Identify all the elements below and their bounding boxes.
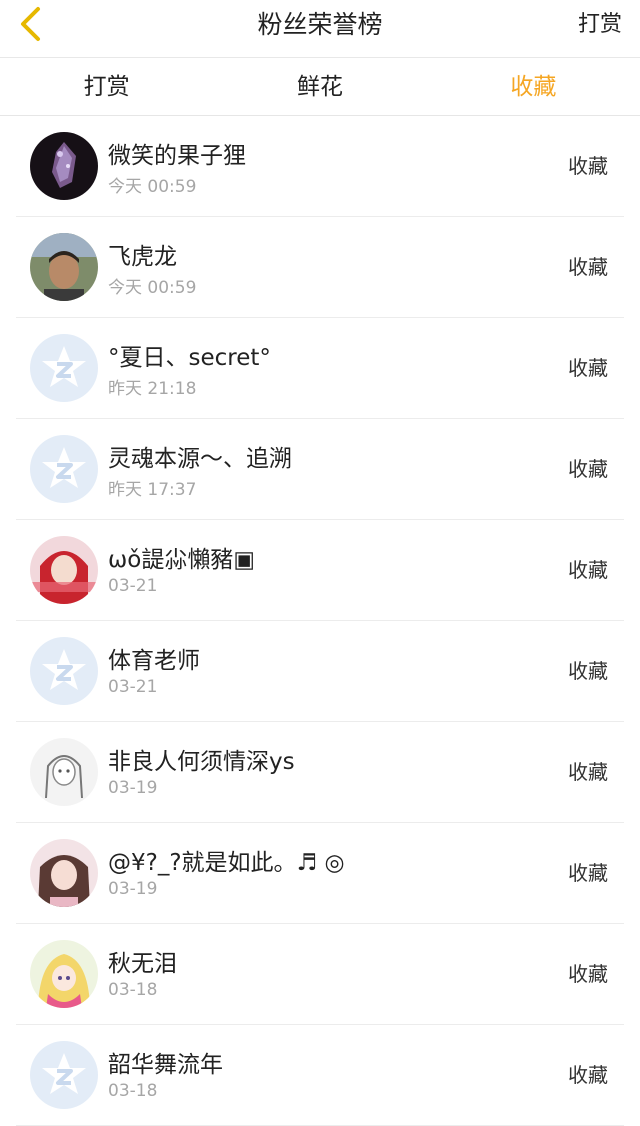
girl-avatar-image xyxy=(30,839,98,907)
avatar xyxy=(30,940,98,1008)
default-avatar-star-icon xyxy=(30,1041,98,1109)
list-item[interactable]: 灵魂本源～、追溯 昨天 17:37 收藏 xyxy=(16,419,624,520)
fan-time: 今天 00:59 xyxy=(108,177,197,197)
favorite-label[interactable]: 收藏 xyxy=(568,318,608,418)
default-avatar-star-icon xyxy=(30,334,98,402)
fan-time: 03-18 xyxy=(108,1081,158,1101)
avatar xyxy=(30,738,98,806)
fan-name: 非良人何须情深ys xyxy=(108,749,295,775)
tab-tip[interactable]: 打赏 xyxy=(0,58,213,115)
tab-bar: 打赏 鲜花 收藏 xyxy=(0,58,640,116)
fan-name: 韶华舞流年 xyxy=(108,1052,223,1078)
fan-name: 灵魂本源～、追溯 xyxy=(108,446,292,472)
list-item[interactable]: 韶华舞流年 03-18 收藏 xyxy=(16,1025,624,1126)
fan-time: 03-19 xyxy=(108,879,158,899)
fan-time: 03-18 xyxy=(108,980,158,1000)
avatar xyxy=(30,1041,98,1109)
default-avatar-star-icon xyxy=(30,435,98,503)
favorite-label[interactable]: 收藏 xyxy=(568,1025,608,1125)
fan-name: 秋无泪 xyxy=(108,951,177,977)
list-item[interactable]: 飞虎龙 今天 00:59 收藏 xyxy=(16,217,624,318)
tip-button[interactable]: 打赏 xyxy=(578,0,622,50)
favorite-label[interactable]: 收藏 xyxy=(568,722,608,822)
default-avatar-star-icon xyxy=(30,637,98,705)
favorite-label[interactable]: 收藏 xyxy=(568,419,608,519)
fan-time: 今天 00:59 xyxy=(108,278,197,298)
avatar xyxy=(30,435,98,503)
list-item[interactable]: @¥?_?就是如此。♬ ◎ 03-19 收藏 xyxy=(16,823,624,924)
favorite-label[interactable]: 收藏 xyxy=(568,823,608,923)
crystal-avatar-image xyxy=(30,132,98,200)
tab-flowers[interactable]: 鲜花 xyxy=(213,58,426,115)
list-item[interactable]: °夏日、secret° 昨天 21:18 收藏 xyxy=(16,318,624,419)
red-hair-avatar-image xyxy=(30,536,98,604)
fan-time: 03-19 xyxy=(108,778,158,798)
avatar xyxy=(30,839,98,907)
fan-time: 03-21 xyxy=(108,576,158,596)
chevron-left-icon xyxy=(17,6,43,46)
fan-time: 昨天 17:37 xyxy=(108,480,197,500)
favorite-label[interactable]: 收藏 xyxy=(568,116,608,216)
favorite-label[interactable]: 收藏 xyxy=(568,520,608,620)
anime-avatar-image xyxy=(30,940,98,1008)
favorite-label[interactable]: 收藏 xyxy=(568,924,608,1024)
list-item[interactable]: 微笑的果子狸 今天 00:59 收藏 xyxy=(16,116,624,217)
avatar xyxy=(30,334,98,402)
favorite-label[interactable]: 收藏 xyxy=(568,217,608,317)
list-item[interactable]: 体育老师 03-21 收藏 xyxy=(16,621,624,722)
fan-time: 昨天 21:18 xyxy=(108,379,197,399)
fan-name: 飞虎龙 xyxy=(108,244,177,270)
fan-list: 微笑的果子狸 今天 00:59 收藏 飞虎龙 今天 00:59 收藏 °夏日、s… xyxy=(0,116,640,1126)
man-avatar-image xyxy=(30,233,98,301)
favorite-label[interactable]: 收藏 xyxy=(568,621,608,721)
fan-time: 03-21 xyxy=(108,677,158,697)
list-item[interactable]: ωǒ諟尛懶豬▣ 03-21 收藏 xyxy=(16,520,624,621)
sketch-avatar-image xyxy=(30,738,98,806)
avatar xyxy=(30,132,98,200)
page-title: 粉丝荣誉榜 xyxy=(257,10,383,39)
avatar xyxy=(30,637,98,705)
fan-name: 微笑的果子狸 xyxy=(108,143,246,169)
fan-name: 体育老师 xyxy=(108,648,200,674)
avatar xyxy=(30,233,98,301)
fan-name: °夏日、secret° xyxy=(108,345,271,371)
list-item[interactable]: 秋无泪 03-18 收藏 xyxy=(16,924,624,1025)
top-bar: 粉丝荣誉榜 打赏 xyxy=(0,0,640,58)
fan-name: ωǒ諟尛懶豬▣ xyxy=(108,547,256,573)
tab-favorite[interactable]: 收藏 xyxy=(427,58,640,115)
back-button[interactable] xyxy=(10,6,50,46)
list-item[interactable]: 非良人何须情深ys 03-19 收藏 xyxy=(16,722,624,823)
avatar xyxy=(30,536,98,604)
fan-name: @¥?_?就是如此。♬ ◎ xyxy=(108,850,345,876)
